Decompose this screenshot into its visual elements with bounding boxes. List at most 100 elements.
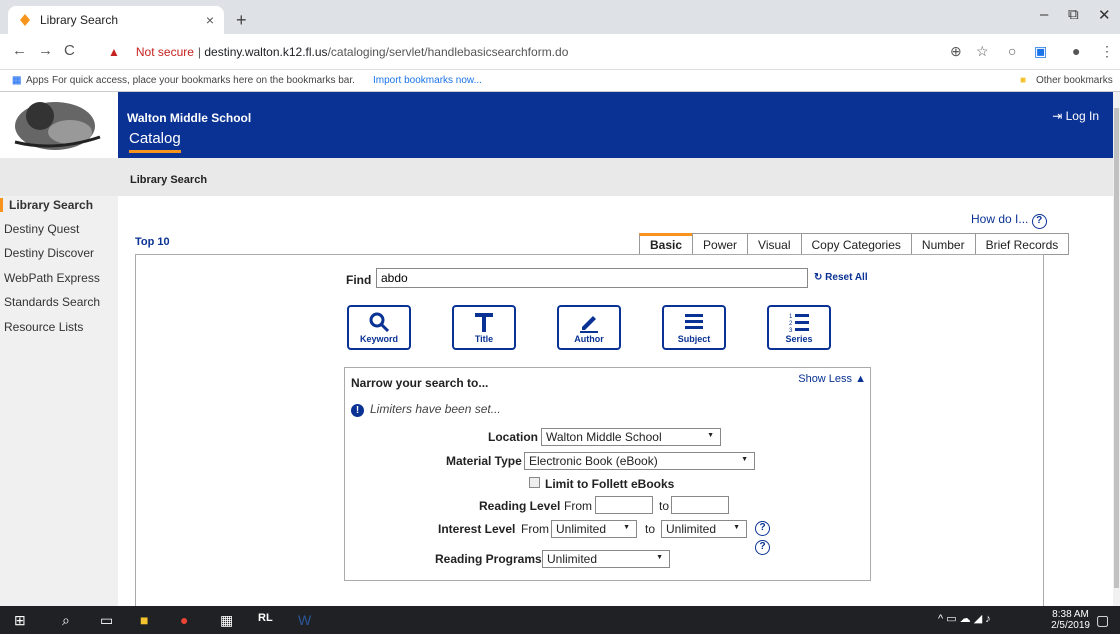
bookmarks-bar: ▦ Apps For quick access, place your book… (0, 70, 1120, 92)
apps-link[interactable]: Apps (26, 75, 49, 86)
taskbar-clock[interactable]: 8:38 AM 2/5/2019 (1051, 609, 1090, 631)
sidebar-item-resource-lists[interactable]: Resource Lists (4, 320, 83, 334)
extension2-icon[interactable]: ▣ (1034, 43, 1047, 60)
series-label: Series (785, 334, 813, 344)
bookmarks-message: For quick access, place your bookmarks h… (52, 75, 355, 86)
task-view-icon[interactable]: ▭ (100, 612, 113, 629)
reading-to-input[interactable] (671, 496, 729, 514)
sidebar-item-library-search[interactable]: Library Search (0, 198, 93, 212)
material-type-label: Material Type (446, 454, 522, 468)
app-header: Walton Middle School Catalog ⇥ Log In (0, 92, 1113, 158)
tab-copy-categories[interactable]: Copy Categories (800, 233, 912, 255)
find-input[interactable] (376, 268, 808, 288)
reading-from-input[interactable] (595, 496, 653, 514)
chrome-icon[interactable]: ● (180, 612, 188, 628)
clock-date: 2/5/2019 (1051, 620, 1090, 631)
series-button[interactable]: 123 Series (767, 305, 831, 350)
tab-title: Library Search (40, 13, 119, 27)
tab-brief-records[interactable]: Brief Records (974, 233, 1070, 255)
sidebar-item-standards-search[interactable]: Standards Search (4, 295, 100, 309)
restore-icon[interactable]: ⧉ (1068, 6, 1079, 23)
limiters-notice: ! Limiters have been set... (351, 402, 501, 417)
extension-icon[interactable]: ○ (1008, 43, 1016, 59)
catalog-tab[interactable]: Catalog (129, 130, 181, 153)
numbered-list-icon: 123 (789, 314, 809, 333)
rl-app-icon[interactable]: RL (258, 612, 273, 624)
magnifier-icon (369, 312, 390, 333)
subject-button[interactable]: Subject (662, 305, 726, 350)
tab-strip: Library Search × + – ⧉ ✕ (0, 0, 1120, 34)
reset-icon: ↻ (814, 272, 823, 283)
show-less-label: Show Less (798, 373, 853, 385)
interest-level-label: Interest Level (438, 522, 516, 536)
site-favicon-icon (18, 13, 32, 27)
star-icon[interactable]: ☆ (976, 43, 989, 60)
scrollbar-thumb[interactable] (1114, 108, 1119, 588)
keyword-button[interactable]: Keyword (347, 305, 411, 350)
address-bar: ← → C ▲ Not secure | destiny.walton.k12.fl… (0, 34, 1120, 70)
tab-number[interactable]: Number (910, 233, 976, 255)
school-logo (0, 92, 118, 158)
windows-start-icon[interactable]: ⊞ (14, 612, 26, 629)
apps-icon[interactable]: ▦ (12, 75, 21, 86)
word-icon[interactable]: W (298, 612, 311, 628)
svg-text:1: 1 (789, 314, 793, 320)
interest-to-select[interactable]: Unlimited (661, 520, 747, 538)
sidebar-item-destiny-quest[interactable]: Destiny Quest (4, 222, 79, 236)
clock-time: 8:38 AM (1052, 609, 1089, 620)
location-select[interactable]: Walton Middle School (541, 428, 721, 446)
menu-icon[interactable]: ⋮ (1100, 43, 1114, 60)
browser-tab[interactable]: Library Search × (8, 6, 224, 34)
help-icon: ? (1031, 214, 1047, 229)
tab-visual[interactable]: Visual (747, 233, 802, 255)
author-button[interactable]: Author (557, 305, 621, 350)
top10-link[interactable]: Top 10 (135, 236, 170, 248)
material-type-select[interactable]: Electronic Book (eBook) (524, 452, 755, 470)
programs-help-icon[interactable]: ? (755, 540, 770, 555)
minimize-icon[interactable]: – (1040, 6, 1048, 23)
svg-text:2: 2 (789, 321, 793, 327)
page-scrollbar[interactable] (1113, 92, 1120, 606)
interest-help-icon[interactable]: ? (755, 521, 770, 536)
interest-from-select[interactable]: Unlimited (551, 520, 637, 538)
how-do-i-link[interactable]: How do I... ? (971, 212, 1047, 229)
sidebar-item-webpath-express[interactable]: WebPath Express (4, 271, 100, 285)
interest-to-label: to (645, 522, 656, 536)
url-field[interactable]: ▲ Not secure | destiny.walton.k12.fl.us/ca… (108, 45, 568, 59)
main-content: How do I... ? Top 10 Basic Power Visual … (118, 196, 1113, 606)
show-less-link[interactable]: Show Less ▲ (798, 373, 866, 385)
back-icon[interactable]: ← (12, 42, 27, 59)
file-explorer-icon[interactable]: ■ (140, 612, 148, 628)
import-bookmarks-link[interactable]: Import bookmarks now... (373, 75, 482, 86)
reset-all-button[interactable]: ↻ Reset All (814, 272, 868, 283)
follett-checkbox[interactable] (529, 477, 540, 488)
sidebar-item-destiny-discover[interactable]: Destiny Discover (4, 246, 94, 260)
search-icon[interactable]: ⌕ (62, 612, 70, 629)
find-label: Find (346, 273, 372, 287)
reload-icon[interactable]: C (64, 42, 75, 59)
forward-icon[interactable]: → (38, 42, 53, 59)
calculator-icon[interactable]: ▦ (220, 612, 233, 629)
other-bookmarks[interactable]: Other bookmarks (1036, 75, 1113, 86)
url-domain: destiny.walton.k12.fl.us (204, 45, 328, 59)
tab-power[interactable]: Power (692, 233, 749, 255)
location-label: Location (488, 430, 538, 444)
tab-close-icon[interactable]: × (206, 12, 214, 28)
sidebar: Library Search Destiny Quest Destiny Dis… (0, 196, 118, 606)
profile-icon[interactable]: ● (1072, 43, 1080, 59)
new-tab-button[interactable]: + (236, 10, 247, 31)
login-button[interactable]: ⇥ Log In (1052, 109, 1099, 123)
reading-programs-select[interactable]: Unlimited (542, 550, 670, 568)
zoom-icon[interactable]: ⊕ (950, 43, 962, 60)
title-button[interactable]: Title (452, 305, 516, 350)
reading-to-label: to (659, 499, 670, 513)
tab-basic[interactable]: Basic (639, 233, 694, 255)
reading-programs-label: Reading Programs (435, 552, 542, 566)
window-close-icon[interactable]: ✕ (1098, 6, 1111, 24)
tray-icons[interactable]: ^ ▭ ☁ ◢ ♪ (938, 612, 991, 625)
interest-from-label: From (521, 522, 549, 536)
lines-icon (685, 314, 703, 329)
notifications-icon[interactable]: ▢ (1096, 612, 1109, 629)
follett-label: Limit to Follett eBooks (545, 477, 675, 491)
title-t-icon (475, 313, 493, 332)
